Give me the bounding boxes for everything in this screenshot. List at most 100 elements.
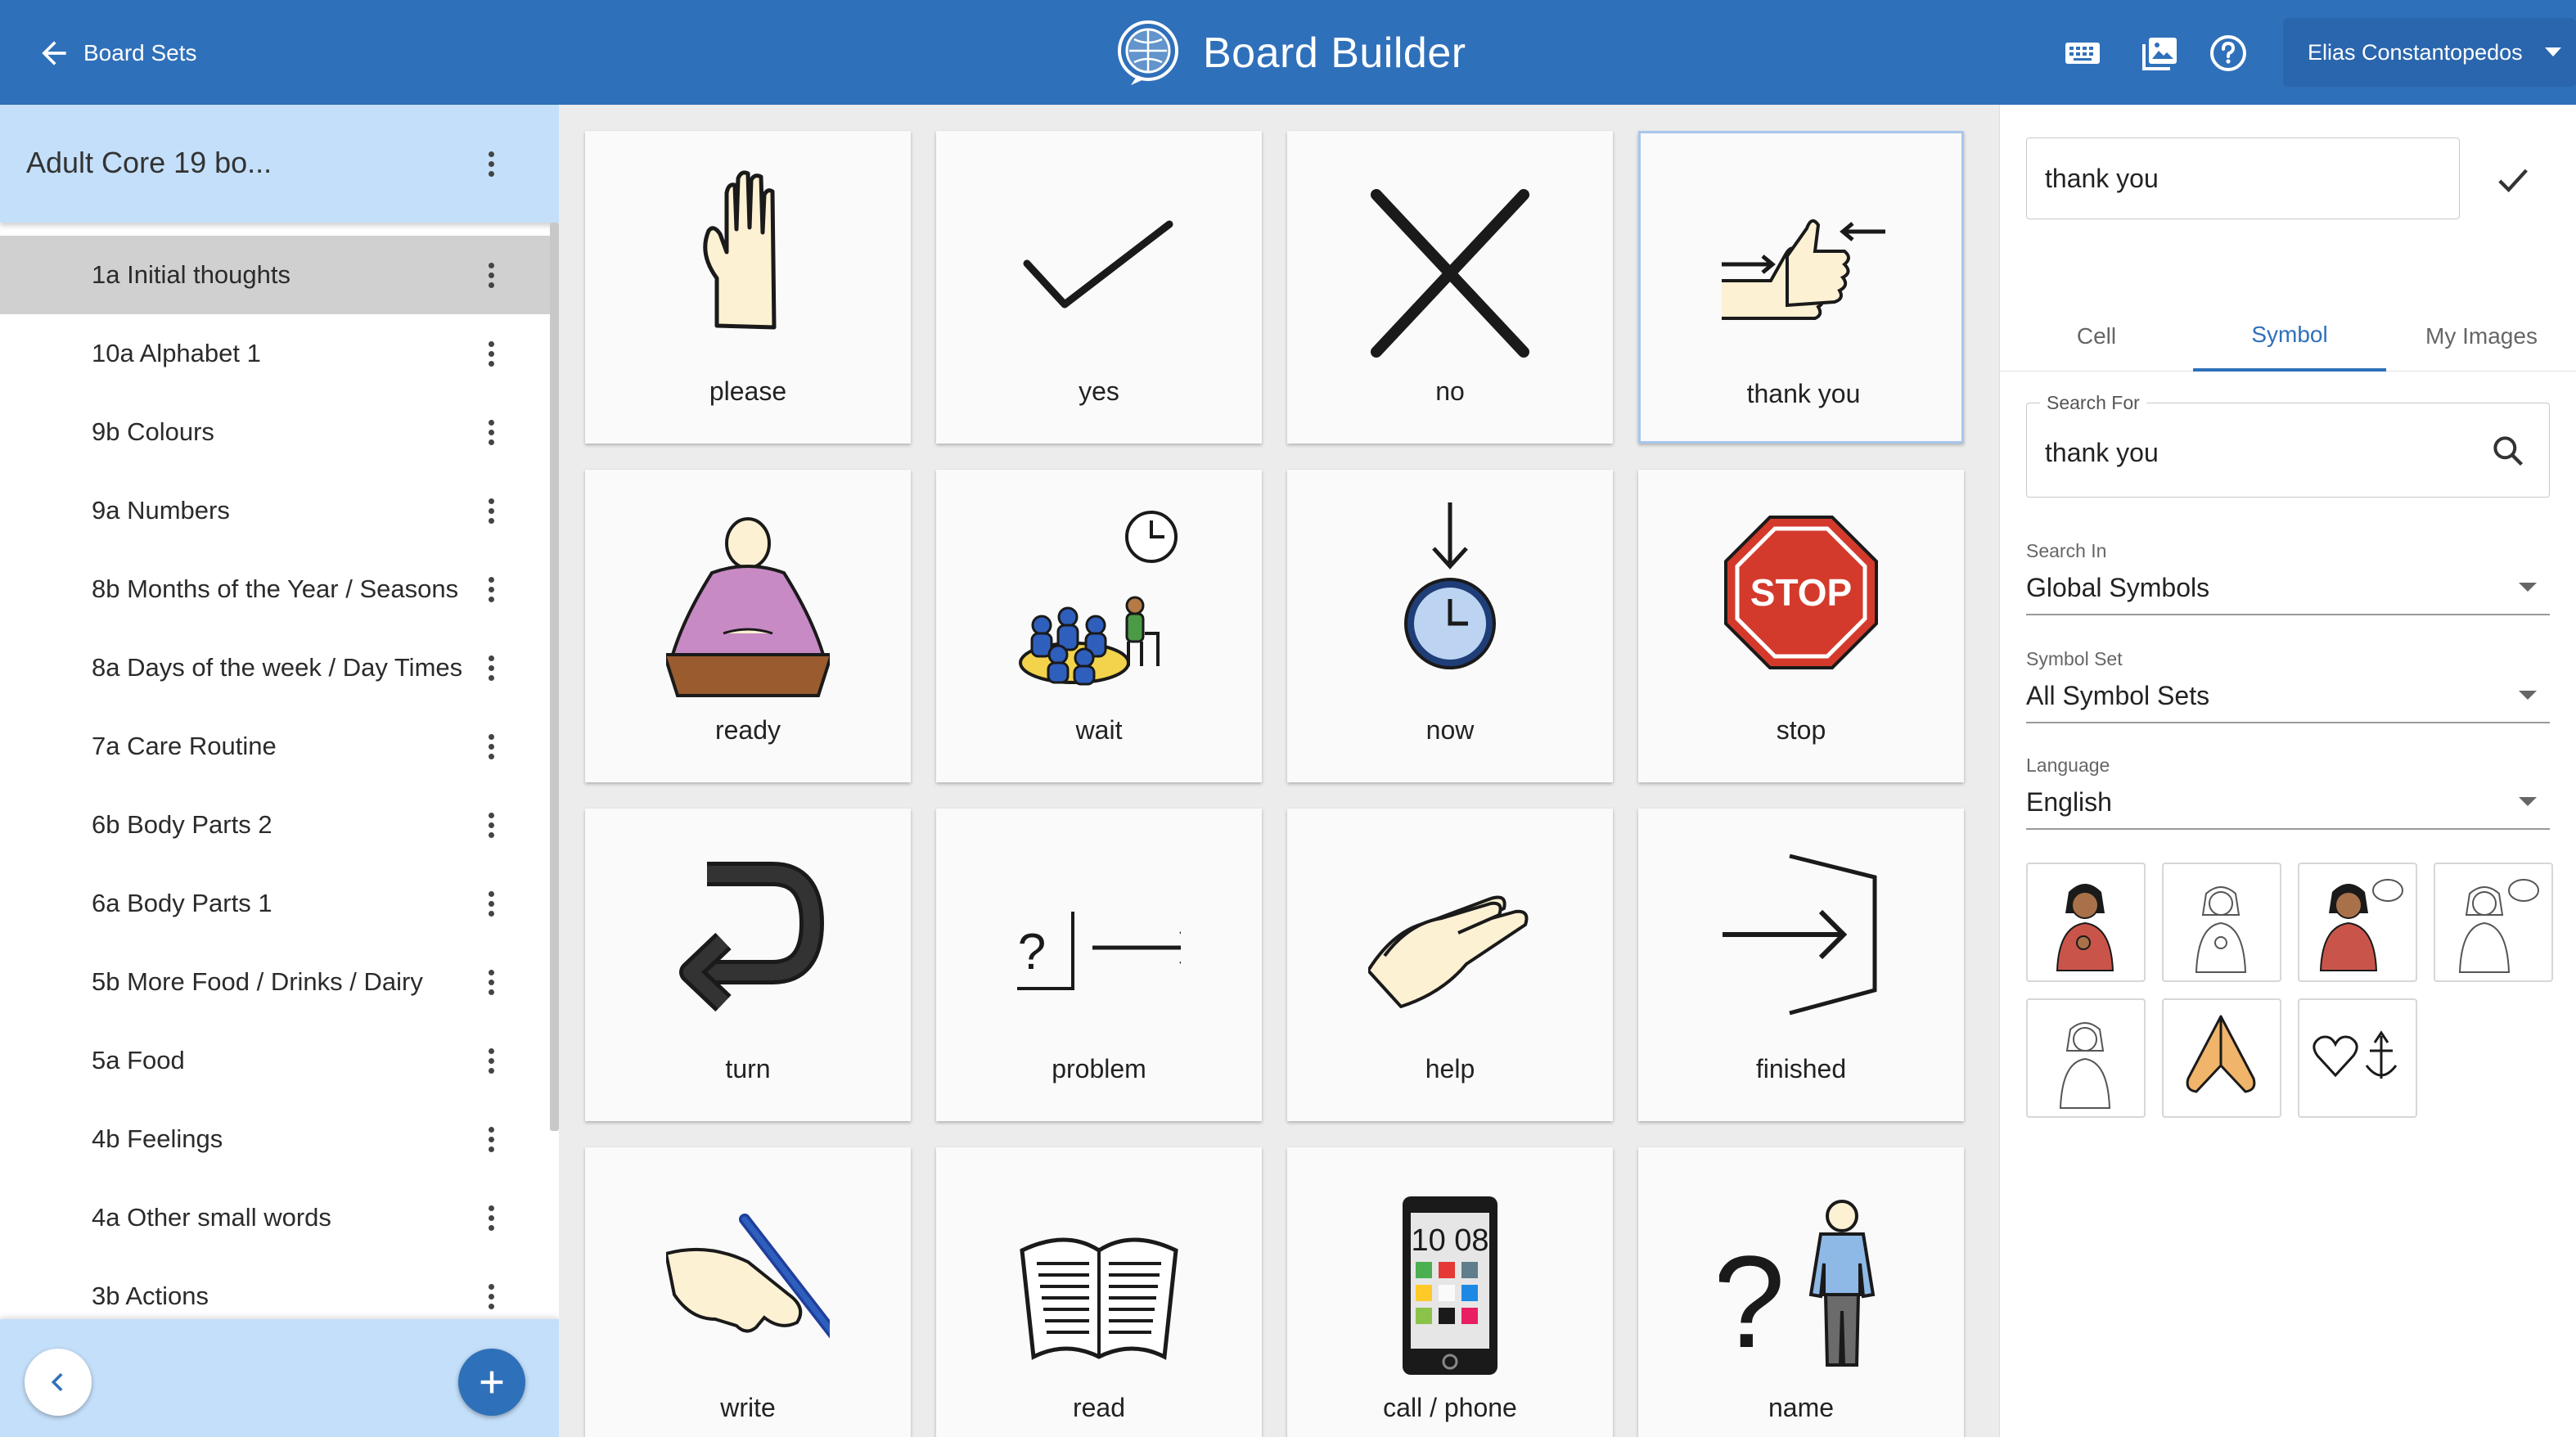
cell-label: turn	[725, 1054, 771, 1083]
sidebar-item-board[interactable]: 8b Months of the Year / Seasons	[0, 550, 550, 628]
back-to-board-sets-button[interactable]: Board Sets	[36, 33, 197, 74]
board-cell[interactable]: now	[1287, 470, 1613, 782]
sidebar-item-board[interactable]: 10a Alphabet 1	[0, 314, 550, 393]
cell-label: no	[1435, 376, 1465, 406]
sidebar-item-label: 6a Body Parts 1	[92, 889, 272, 917]
sidebar-item-board[interactable]: 5b More Food / Drinks / Dairy	[0, 943, 550, 1021]
cell-label: help	[1425, 1054, 1475, 1083]
board-cell[interactable]: write	[585, 1147, 911, 1437]
man-sign-outline-icon	[2059, 1022, 2111, 1109]
search-legend: Search For	[2040, 392, 2146, 414]
symbol-result[interactable]	[2026, 998, 2146, 1118]
man-sign-thank-you-speech-outline-icon	[2458, 879, 2539, 973]
sidebar-item-label: 1a Initial thoughts	[92, 260, 291, 289]
board-set-header: Adult Core 19 bo...	[0, 105, 559, 223]
board-menu-icon[interactable]	[475, 730, 507, 763]
sidebar-item-board[interactable]: 4a Other small words	[0, 1178, 550, 1257]
language-label: Language	[2026, 755, 2110, 776]
symbol-set-select[interactable]: Symbol Set All Symbol Sets	[2026, 648, 2550, 723]
tab-my-images[interactable]: My Images	[2386, 301, 2576, 372]
sidebar-item-board[interactable]: 6b Body Parts 2	[0, 786, 550, 864]
help-circle-icon	[2210, 35, 2246, 71]
cell-label-input[interactable]	[2026, 137, 2460, 219]
search-value[interactable]: thank you	[2045, 438, 2159, 468]
symbol-result[interactable]	[2162, 998, 2281, 1118]
sidebar-item-board[interactable]: 9b Colours	[0, 393, 550, 471]
search-icon[interactable]	[2490, 433, 2526, 469]
board-menu-icon[interactable]	[475, 494, 507, 527]
app-title: Board Builder	[1203, 29, 1466, 77]
add-board-button[interactable]	[458, 1349, 525, 1416]
board-cell-selected[interactable]: thank you	[1638, 131, 1964, 444]
board-cell[interactable]: 10 08 call / phone	[1287, 1147, 1613, 1437]
tab-cell[interactable]: Cell	[2000, 301, 2193, 372]
confirm-label-button[interactable]	[2491, 159, 2533, 201]
sidebar-item-board[interactable]: 8a Days of the week / Day Times	[0, 628, 550, 707]
board-menu-icon[interactable]	[475, 1280, 507, 1313]
sidebar-item-board[interactable]: 9a Numbers	[0, 471, 550, 550]
board-menu-icon[interactable]	[475, 337, 507, 370]
board-cell[interactable]: turn	[585, 809, 911, 1121]
sidebar-item-board[interactable]: 7a Care Routine	[0, 707, 550, 786]
board-list: 1a Initial thoughts 10a Alphabet 1 9b Colo…	[0, 236, 550, 1319]
board-menu-icon[interactable]	[475, 1201, 507, 1234]
board-cell[interactable]: yes	[936, 131, 1262, 444]
woman-sign-thank-you-icon	[2056, 884, 2114, 971]
cell-label: write	[720, 1393, 776, 1422]
sidebar-item-board[interactable]: 5a Food	[0, 1021, 550, 1100]
language-select[interactable]: Language English	[2026, 755, 2550, 830]
board-cell[interactable]: help	[1287, 809, 1613, 1121]
board-menu-icon[interactable]	[475, 651, 507, 684]
board-cell[interactable]: read	[936, 1147, 1262, 1437]
my-images-button[interactable]	[2139, 33, 2180, 74]
stop-sign-text: STOP	[1750, 571, 1852, 614]
symbol-result[interactable]	[2434, 863, 2553, 982]
symbol-result[interactable]	[2298, 998, 2417, 1118]
cell-label: please	[709, 376, 787, 406]
sidebar-item-board[interactable]: 6a Body Parts 1	[0, 864, 550, 943]
cell-label: thank you	[1746, 379, 1861, 408]
board-menu-icon[interactable]	[475, 1123, 507, 1155]
board-menu-icon[interactable]	[475, 1044, 507, 1077]
sidebar-scrollbar[interactable]	[550, 223, 559, 1131]
cell-label: yes	[1079, 376, 1119, 406]
question-person-icon: ?	[1713, 1200, 1876, 1375]
search-in-select[interactable]: Search In Global Symbols	[2026, 540, 2550, 615]
symbol-search-field[interactable]: Search For thank you	[2026, 392, 2550, 498]
arrow-left-icon	[42, 41, 66, 65]
board-menu-icon[interactable]	[475, 887, 507, 920]
cross-icon	[1371, 189, 1529, 358]
board-cell[interactable]: ready	[585, 470, 911, 782]
board-cell[interactable]: no	[1287, 131, 1613, 444]
user-menu[interactable]: Elias Constantopedos	[2283, 18, 2576, 87]
help-button[interactable]	[2208, 33, 2249, 74]
board-cell[interactable]: please	[585, 131, 911, 444]
board-set-menu-icon[interactable]	[475, 147, 507, 180]
board-menu-icon[interactable]	[475, 259, 507, 291]
board-cell[interactable]: STOP stop	[1638, 470, 1964, 782]
helping-hands-icon	[1367, 895, 1529, 1008]
sidebar-item-board[interactable]: 3b Actions	[0, 1257, 550, 1319]
u-turn-arrow-icon	[679, 862, 825, 1012]
svg-text:?: ?	[1018, 924, 1046, 980]
board-menu-icon[interactable]	[475, 966, 507, 998]
symbol-result[interactable]	[2162, 863, 2281, 982]
sidebar-item-label: 5b More Food / Drinks / Dairy	[92, 967, 423, 996]
board-cell[interactable]: wait	[936, 470, 1262, 782]
board-cell[interactable]: finished	[1638, 809, 1964, 1121]
sidebar-item-board[interactable]: 4b Feelings	[0, 1100, 550, 1178]
keyboard-button[interactable]	[2062, 33, 2103, 74]
board-menu-icon[interactable]	[475, 416, 507, 448]
symbol-result[interactable]	[2298, 863, 2417, 982]
board-menu-icon[interactable]	[475, 573, 507, 606]
hand-writing-icon	[664, 1214, 840, 1341]
symbol-result[interactable]	[2026, 863, 2146, 982]
photo-library-icon	[2142, 38, 2177, 70]
board-cell[interactable]: ? name	[1638, 1147, 1964, 1437]
board-menu-icon[interactable]	[475, 809, 507, 841]
board-cell[interactable]: ? problem	[936, 809, 1262, 1121]
sidebar-item-board[interactable]: 1a Initial thoughts	[0, 236, 550, 314]
collapse-sidebar-button[interactable]	[25, 1349, 92, 1416]
sidebar-item-label: 8b Months of the Year / Seasons	[92, 574, 459, 603]
tab-symbol[interactable]: Symbol	[2193, 301, 2386, 372]
